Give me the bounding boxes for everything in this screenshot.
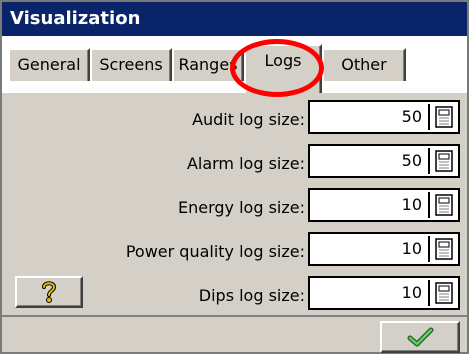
help-button[interactable]: [15, 276, 83, 308]
alarm-log-size-field[interactable]: 50: [308, 144, 460, 178]
energy-log-size-value: 10: [401, 195, 422, 214]
visualization-window: Visualization General Screens Ranges Log…: [0, 0, 469, 354]
audit-log-size-field[interactable]: 50: [308, 100, 460, 134]
alarm-log-size-label: Alarm log size:: [186, 154, 305, 173]
alarm-log-size-value: 50: [401, 151, 422, 170]
keypad-icon[interactable]: [435, 238, 453, 260]
question-mark-icon: [42, 281, 57, 303]
ok-button[interactable]: [380, 321, 460, 353]
energy-log-size-field[interactable]: 10: [308, 188, 460, 222]
power-quality-log-size-value: 10: [401, 239, 422, 258]
audit-log-size-value: 50: [401, 107, 422, 126]
checkmark-icon: [407, 327, 434, 347]
keypad-icon[interactable]: [435, 150, 453, 172]
keypad-icon[interactable]: [435, 194, 453, 216]
audit-log-size-label: Audit log size:: [192, 110, 305, 129]
tab-screens[interactable]: Screens: [90, 48, 172, 81]
power-quality-log-size-field[interactable]: 10: [308, 232, 460, 266]
dips-log-size-field[interactable]: 10: [308, 276, 460, 310]
power-quality-log-size-label: Power quality log size:: [125, 242, 305, 261]
tab-ranges[interactable]: Ranges: [172, 48, 244, 81]
tab-strip: General Screens Ranges Logs Other: [2, 36, 467, 93]
energy-log-size-label: Energy log size:: [178, 198, 305, 217]
tab-other[interactable]: Other: [322, 48, 406, 81]
keypad-icon[interactable]: [435, 282, 453, 304]
dips-log-size-label: Dips log size:: [198, 286, 305, 305]
dips-log-size-value: 10: [401, 283, 422, 302]
keypad-icon[interactable]: [435, 106, 453, 128]
window-title: Visualization: [2, 2, 467, 36]
tab-general[interactable]: General: [8, 48, 90, 81]
dialog-footer: [2, 315, 467, 353]
tab-logs[interactable]: Logs: [244, 44, 322, 93]
